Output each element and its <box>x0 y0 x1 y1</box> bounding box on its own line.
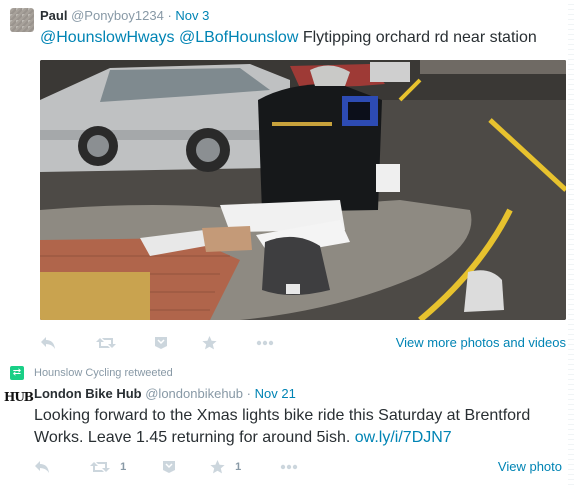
avatar[interactable]: HUB <box>4 388 34 406</box>
user-handle[interactable]: @Ponyboy1234 <box>71 8 164 23</box>
tweet-body: Flytipping orchard rd near station <box>302 29 537 46</box>
user-name[interactable]: London Bike Hub <box>34 386 142 401</box>
view-more-photos-link[interactable]: View more photos and videos <box>396 335 566 350</box>
retweeted-by-label[interactable]: Hounslow Cycling retweeted <box>34 367 173 379</box>
tweet-photo[interactable] <box>40 60 566 320</box>
retweet-count: 1 <box>120 461 127 474</box>
avatar[interactable] <box>10 8 34 32</box>
mention-link[interactable]: @HounslowHways <box>40 29 175 46</box>
user-handle[interactable]: @londonbikehub <box>145 386 243 401</box>
direct-message-icon[interactable] <box>154 333 168 353</box>
mention-link[interactable]: @LBofHounslow <box>179 29 298 46</box>
reply-icon[interactable] <box>34 457 50 477</box>
tweet-body: Looking forward to the Xmas lights bike … <box>34 407 531 446</box>
reply-icon[interactable] <box>40 333 56 353</box>
separator: · <box>246 386 251 401</box>
tweet-header: London Bike Hub @londonbikehub · Nov 21 <box>34 386 296 401</box>
view-photo-link[interactable]: View photo <box>498 459 562 474</box>
tweet-actions <box>40 333 340 353</box>
tweet-actions: 1 1 <box>34 457 334 477</box>
like-count: 1 <box>235 461 242 474</box>
star-icon[interactable]: 1 <box>210 457 241 477</box>
star-icon[interactable] <box>202 333 217 353</box>
retweet-icon[interactable]: 1 <box>90 457 126 477</box>
user-name[interactable]: Paul <box>40 8 67 23</box>
tweet-link[interactable]: ow.ly/i/7DJN7 <box>355 429 452 446</box>
tweet-text: @HounslowHways @LBofHounslow Flytipping … <box>40 28 537 48</box>
tweet-header: Paul @Ponyboy1234 · Nov 3 <box>40 8 209 23</box>
retweet-icon: ⇄ <box>10 366 24 380</box>
tweet-date[interactable]: Nov 3 <box>175 8 209 23</box>
tweet-text: Looking forward to the Xmas lights bike … <box>34 405 554 449</box>
retweeted-by: ⇄ Hounslow Cycling retweeted <box>10 366 173 380</box>
more-dots-icon[interactable] <box>280 457 298 477</box>
tweet-date[interactable]: Nov 21 <box>255 386 296 401</box>
retweet-icon[interactable] <box>96 333 116 353</box>
separator: · <box>167 8 172 23</box>
direct-message-icon[interactable] <box>162 457 176 477</box>
page-edge <box>568 0 574 488</box>
more-dots-icon[interactable] <box>256 333 274 353</box>
